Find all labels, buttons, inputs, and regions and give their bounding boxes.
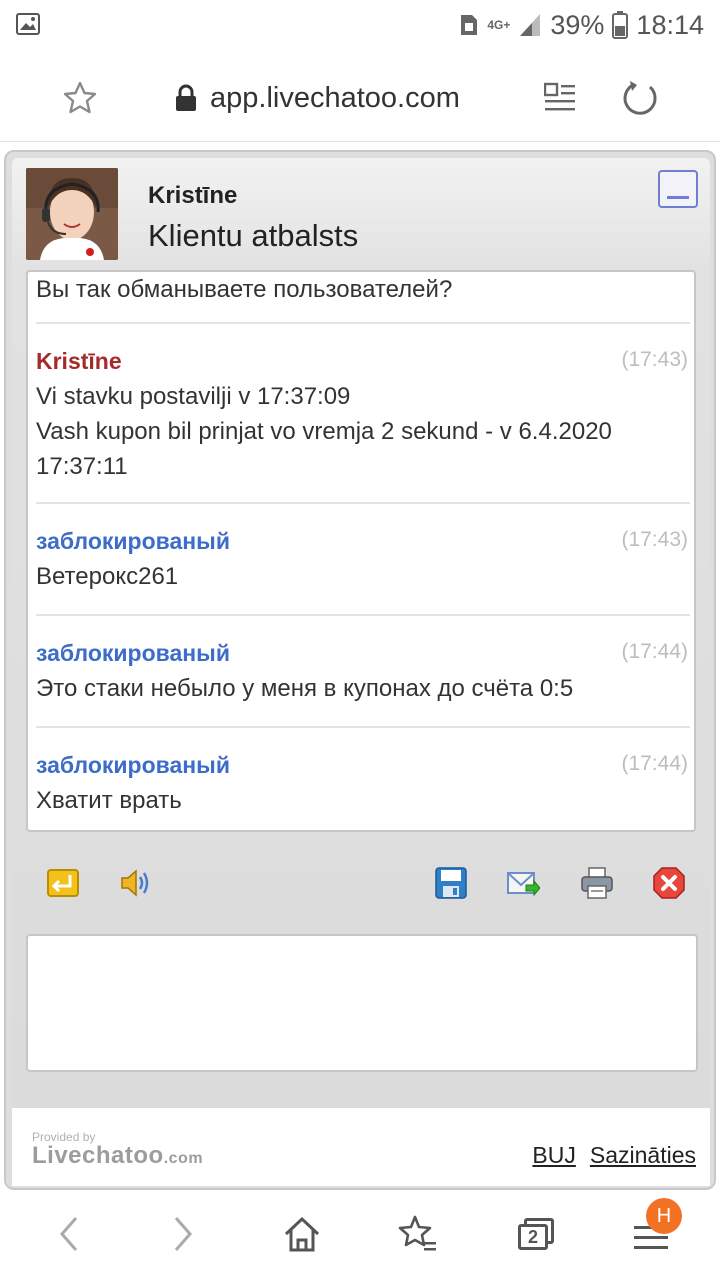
reader-icon[interactable] — [544, 82, 576, 112]
tabs-icon[interactable]: 2 — [514, 1214, 554, 1252]
tab-count: 2 — [518, 1224, 548, 1250]
sound-icon[interactable] — [118, 866, 152, 900]
notification-badge: H — [646, 1198, 682, 1234]
message-time: (17:43) — [621, 528, 688, 551]
bookmarks-icon[interactable] — [398, 1214, 438, 1254]
print-icon[interactable] — [580, 866, 614, 900]
save-icon[interactable] — [434, 866, 468, 900]
chat-message: Вы так обманываете пользователей? — [28, 272, 694, 307]
battery-icon — [612, 11, 629, 39]
agent-department: Klientu atbalsts — [148, 218, 359, 253]
message-divider — [36, 726, 690, 728]
reload-icon[interactable] — [620, 78, 660, 118]
message-divider — [36, 502, 690, 504]
chat-message: заблокированый (17:44) Это стаки небыло … — [28, 640, 694, 706]
minimize-icon[interactable] — [658, 170, 698, 208]
chat-toolbar — [12, 834, 710, 924]
message-text: Vi stavku postavilji v 17:37:09 — [36, 383, 351, 410]
agent-name: Kristīne — [148, 182, 238, 209]
message-text: Вы так обманываете пользователей? — [36, 276, 453, 303]
message-text: 17:37:11 — [36, 453, 128, 480]
network-label: 4G+ — [487, 18, 511, 32]
clock: 18:14 — [636, 9, 704, 40]
message-time: (17:44) — [621, 640, 688, 663]
chat-message: заблокированый (17:43) Ветерокс261 — [28, 528, 694, 594]
back-icon[interactable] — [50, 1214, 90, 1254]
message-divider — [36, 322, 690, 324]
status-bar: 4G+ 39% 18:14 — [0, 0, 720, 50]
signal-icon — [520, 14, 541, 36]
chat-header: Kristīne Klientu atbalsts — [12, 158, 710, 270]
exit-icon[interactable] — [46, 866, 80, 900]
browser-bottom-bar: 2 H — [0, 1190, 720, 1280]
livechatoo-logo[interactable]: Livechatoo.com — [32, 1142, 203, 1170]
message-author: заблокированый — [36, 528, 230, 554]
sim-icon — [461, 15, 478, 35]
message-time: (17:44) — [621, 752, 688, 775]
message-text: Ветерокс261 — [36, 563, 179, 590]
browser-address-bar: app.livechatoo.com — [0, 50, 720, 142]
message-text: Vash kupon bil prinjat vo vremja 2 sekun… — [36, 418, 612, 445]
url-text: app.livechatoo.com — [210, 81, 460, 114]
lock-icon — [176, 84, 196, 111]
message-divider — [36, 614, 690, 616]
contact-link[interactable]: Sazināties — [590, 1142, 696, 1169]
battery-percent: 39% — [550, 9, 605, 40]
message-text: Хватит врать — [36, 787, 182, 814]
chat-transcript[interactable]: Вы так обманываете пользователей? Kristī… — [26, 270, 696, 832]
email-icon[interactable] — [506, 866, 540, 900]
chat-widget: Kristīne Klientu atbalsts Вы так обманыв… — [4, 150, 716, 1190]
agent-avatar — [26, 168, 118, 260]
brand-name: Livechatoo — [32, 1142, 164, 1169]
forward-icon[interactable] — [162, 1214, 202, 1254]
message-author: заблокированый — [36, 640, 230, 666]
message-author: заблокированый — [36, 752, 230, 778]
message-time: (17:43) — [621, 348, 688, 371]
message-input[interactable] — [26, 934, 698, 1072]
close-icon[interactable] — [652, 866, 686, 900]
chat-footer: Provided by Livechatoo.com BUJ Sazinātie… — [12, 1108, 710, 1186]
chat-message: Kristīne (17:43) Vi stavku postavilji v … — [28, 348, 694, 484]
url-field[interactable]: app.livechatoo.com — [174, 78, 460, 118]
brand-suffix: .com — [163, 1150, 204, 1167]
home-icon[interactable] — [282, 1214, 322, 1254]
message-author: Kristīne — [36, 348, 122, 374]
message-text: Это стаки небыло у меня в купонах до счё… — [36, 675, 574, 702]
chat-message: заблокированый (17:44) Хватит врать — [28, 752, 694, 818]
faq-link[interactable]: BUJ — [532, 1142, 575, 1169]
star-icon[interactable] — [62, 80, 98, 116]
gallery-icon — [16, 13, 40, 35]
